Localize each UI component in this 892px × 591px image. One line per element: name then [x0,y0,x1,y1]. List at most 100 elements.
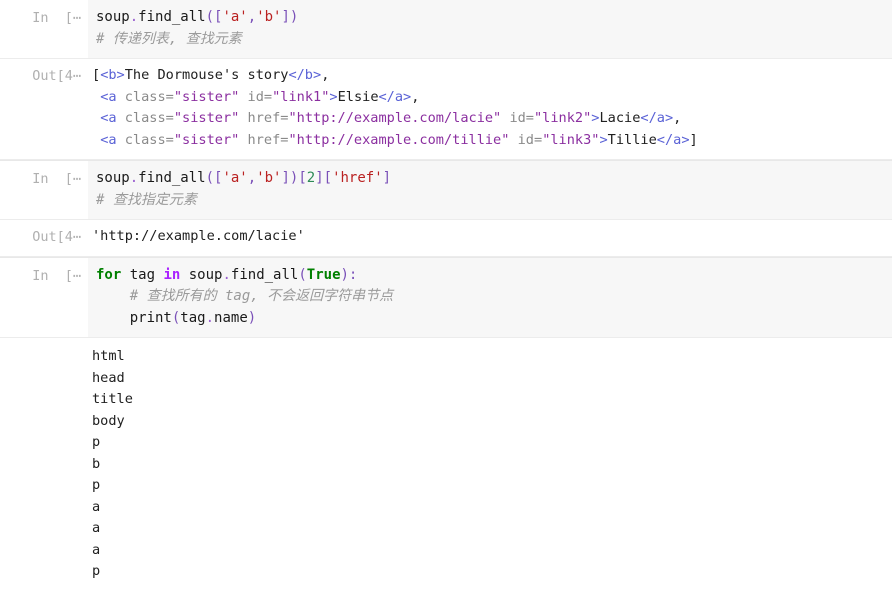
token-tag: > [599,131,608,148]
token-plain: , [411,88,420,105]
token-punct: , [247,9,257,25]
token-val: "link1" [272,88,330,105]
token-comment: # 查找指定元素 [96,191,197,208]
token-plain: a [92,498,101,515]
token-plain: p [92,477,101,493]
token-const: True [306,266,341,283]
code-editor[interactable]: for tag in soup.find_all(True): # 查找所有的 … [88,257,892,337]
token-val: "http://example.com/tillie" [288,131,510,148]
token-op: . [129,9,139,25]
token-op: . [222,266,231,283]
token-punct: ) [247,309,257,326]
code-line: print(tag.name) [96,308,884,330]
token-plain: title [92,391,133,407]
token-plain: a [92,541,101,558]
token-val: "sister" [173,110,240,126]
token-comment: # 传递列表, 查找元素 [96,30,242,47]
notebook-cell-stdout-5: html head title body p b p a a a p [0,338,892,591]
token-punct: ] [382,170,392,186]
token-val: "link3" [542,131,600,148]
token-plain: soup [96,170,130,186]
in-prompt-label: In [⋯ [32,10,81,26]
token-tag: <a [100,131,125,148]
code-line: for tag in soup.find_all(True): [96,265,884,287]
token-val: "sister" [173,88,240,105]
token-punct: ])[ [281,170,307,186]
stdout-prompt-spacer [0,338,88,345]
token-punct: ]) [281,9,299,25]
token-tag: </a> [656,131,690,148]
token-plain: print [96,309,172,326]
notebook-cell-input-2[interactable]: In [⋯ soup.find_all(['a','b'])[2]['href']… [0,160,892,220]
token-plain: ] [689,131,698,148]
token-attr: class= [124,88,174,105]
token-punct: ][ [315,170,333,186]
code-line: <a class="sister" href="http://example.c… [92,130,884,152]
code-line: html [92,346,884,368]
token-comment: # 查找所有的 tag, 不会返回字符串节点 [129,288,394,304]
output-stdout: html head title body p b p a a a p [88,338,892,591]
notebook-cell-input-4[interactable]: In [⋯ for tag in soup.find_all(True): # 查… [0,256,892,338]
token-punct: ): [340,266,358,283]
token-tag: </b> [288,67,322,83]
code-line: head [92,368,884,390]
token-plain: , [321,67,330,83]
token-kw: for [96,266,122,283]
code-line: <a class="sister" href="http://example.c… [92,108,884,130]
notebook-cell-output-3: Out[4⋯ 'http://example.com/lacie' [0,220,892,257]
token-str: 'http://example.com/lacie' [92,228,305,244]
token-plain: find_all [230,266,299,283]
code-line: a [92,518,884,540]
token-tag: <a [100,110,125,126]
token-punct: ([ [205,170,223,186]
token-plain: [ [92,67,101,83]
code-editor[interactable]: soup.find_all(['a','b'])[2]['href'] # 查找指… [88,161,892,219]
token-op: . [129,170,139,186]
token-plain: find_all [138,170,206,186]
token-attr: href= [247,110,289,126]
token-tag: > [329,88,338,105]
token-str: 'a' [222,170,248,186]
token-plain: body [92,412,125,429]
token-num: 2 [306,170,316,186]
token-attr: id= [517,131,543,148]
code-line: body [92,411,884,433]
token-plain: tag [180,309,206,326]
code-line: soup.find_all(['a','b'])[2]['href'] [96,168,884,190]
token-attr: href= [247,131,289,148]
token-plain: a [92,520,101,536]
token-punct: ( [298,266,307,283]
token-punct: ([ [205,9,223,25]
in-prompt-label: In [⋯ [32,267,81,284]
output-result: [<b>The Dormouse's story</b>, <a class="… [88,59,892,159]
token-val: "sister" [173,131,240,148]
notebook-cell-output-1: Out[4⋯ [<b>The Dormouse's story</b>, <a c… [0,59,892,160]
token-str: 'b' [256,9,282,25]
code-line: p [92,475,884,497]
out-prompt-label: Out[4⋯ [32,68,81,84]
token-tag: </a> [378,88,412,105]
token-str: 'href' [332,170,383,186]
token-str: 'a' [222,9,248,25]
token-plain: Elsie [337,88,379,105]
token-attr: class= [124,110,174,126]
output-result: 'http://example.com/lacie' [88,220,892,256]
code-line: # 查找所有的 tag, 不会返回字符串节点 [96,286,884,308]
token-plain: p [92,563,101,579]
code-line: a [92,497,884,519]
token-plain: b [92,455,101,472]
code-line: soup.find_all(['a','b']) [96,7,884,29]
code-line: p [92,561,884,583]
code-line: [<b>The Dormouse's story</b>, [92,65,884,87]
token-val: "link2" [534,110,592,126]
token-plain: , [673,110,682,126]
out-prompt-label: Out[4⋯ [32,229,81,245]
token-tag: <a [100,88,125,105]
code-editor[interactable]: soup.find_all(['a','b']) # 传递列表, 查找元素 [88,0,892,58]
notebook-cell-input-0[interactable]: In [⋯ soup.find_all(['a','b']) # 传递列表, 查找元… [0,0,892,59]
